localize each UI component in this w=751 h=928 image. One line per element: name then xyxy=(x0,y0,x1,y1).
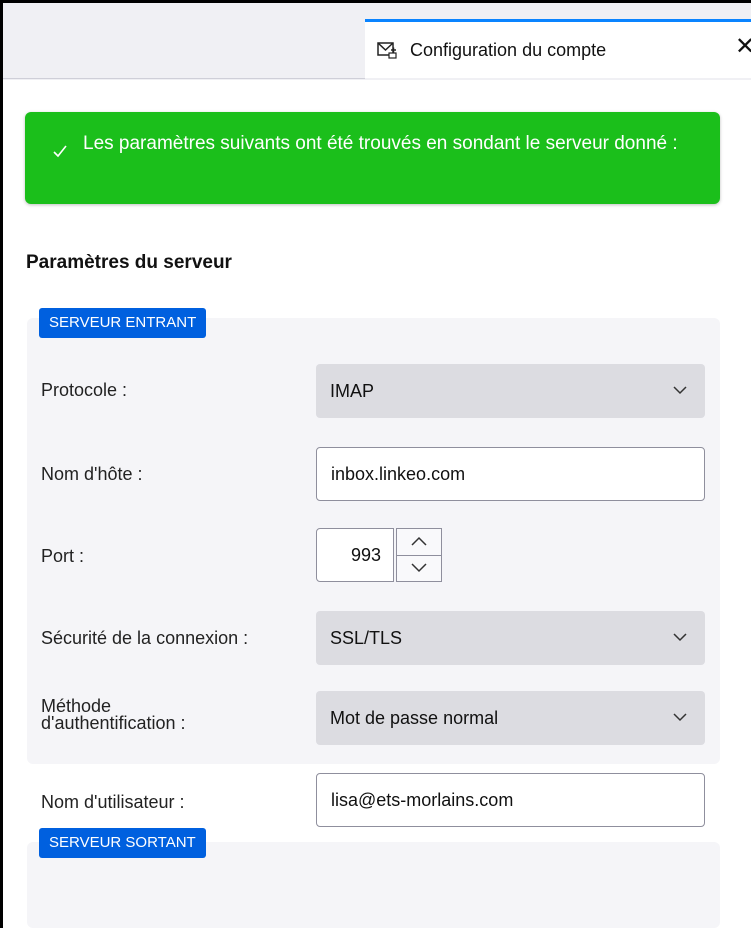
port-spinner xyxy=(396,528,442,582)
port-decrement-button[interactable] xyxy=(397,555,441,581)
auth-label-line2: d'authentification : xyxy=(41,713,186,733)
port-increment-button[interactable] xyxy=(397,529,441,556)
protocol-label: Protocole : xyxy=(41,380,128,400)
auth-label: Méthode d'authentification : xyxy=(41,697,186,733)
tab-account-setup[interactable]: Configuration du compte ✕ xyxy=(365,19,751,78)
protocol-value: IMAP xyxy=(330,381,375,401)
chevron-down-icon xyxy=(673,386,687,395)
username-input[interactable]: lisa@ets-morlains.com xyxy=(316,773,705,827)
username-label: Nom d'utilisateur : xyxy=(41,792,185,812)
check-icon xyxy=(49,140,71,162)
auth-method-value: Mot de passe normal xyxy=(330,708,499,728)
port-label: Port : xyxy=(41,546,85,566)
tab-bar-divider xyxy=(3,78,365,79)
chevron-down-icon xyxy=(673,633,687,642)
outgoing-server-badge: SERVEUR SORTANT xyxy=(39,828,206,858)
protocol-select[interactable]: IMAP xyxy=(316,364,705,418)
port-input[interactable]: 993 xyxy=(316,528,394,582)
success-notification: Les paramètres suivants ont été trouvés … xyxy=(25,112,720,204)
hostname-label: Nom d'hôte : xyxy=(41,464,143,484)
hostname-value: inbox.linkeo.com xyxy=(331,464,466,484)
notification-message: Les paramètres suivants ont été trouvés … xyxy=(83,133,678,154)
auth-method-select[interactable]: Mot de passe normal xyxy=(316,691,705,745)
username-value: lisa@ets-morlains.com xyxy=(331,790,514,810)
close-tab-button[interactable]: ✕ xyxy=(735,35,751,59)
section-title: Paramètres du serveur xyxy=(26,252,232,273)
mail-settings-icon xyxy=(377,41,397,59)
tab-title: Configuration du compte xyxy=(410,40,607,60)
chevron-down-icon xyxy=(673,713,687,722)
hostname-input[interactable]: inbox.linkeo.com xyxy=(316,447,705,501)
chevron-up-icon xyxy=(411,536,427,546)
window-frame-left xyxy=(0,0,3,928)
security-value: SSL/TLS xyxy=(330,628,403,648)
security-select[interactable]: SSL/TLS xyxy=(316,611,705,665)
chevron-down-icon xyxy=(411,563,427,573)
incoming-server-badge: SERVEUR ENTRANT xyxy=(39,308,207,338)
security-label: Sécurité de la connexion : xyxy=(41,628,249,648)
port-value: 993 xyxy=(350,545,381,565)
